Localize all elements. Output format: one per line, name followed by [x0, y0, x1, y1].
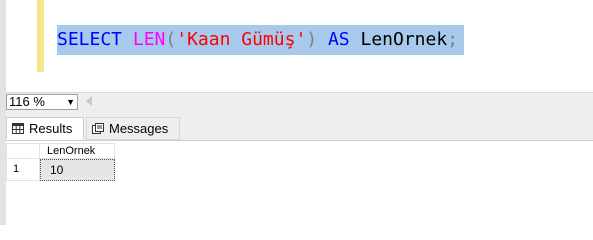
scroll-left-icon[interactable] [86, 96, 92, 106]
table-cell[interactable]: 10 [40, 159, 115, 181]
tab-results[interactable]: Results [6, 117, 84, 140]
tab-messages-label: Messages [109, 121, 169, 136]
semicolon: ; [447, 29, 459, 50]
column-alias: LenOrnek [349, 29, 448, 50]
keyword-as: AS [327, 29, 350, 50]
zoom-select[interactable]: 116 % ▼ [6, 94, 78, 110]
grid-corner[interactable] [6, 143, 40, 159]
open-paren: ( [165, 29, 177, 50]
grid-icon [12, 123, 24, 134]
code-line[interactable]: SELECT LEN('Kaan Gümüş') AS LenOrnek; [57, 25, 465, 55]
query-editor[interactable]: SELECT LEN('Kaan Gümüş') AS LenOrnek; [6, 0, 593, 92]
column-header[interactable]: LenOrnek [40, 143, 115, 159]
chevron-down-icon[interactable]: ▼ [66, 95, 75, 109]
tab-results-label: Results [29, 121, 73, 136]
messages-icon [92, 123, 104, 134]
function-len: LEN [132, 29, 166, 50]
keyword-select: SELECT [57, 29, 123, 50]
string-literal: 'Kaan Gümüş' [176, 29, 307, 50]
results-grid[interactable]: LenOrnek 1 10 [6, 141, 593, 225]
close-paren: ) [306, 29, 318, 50]
row-header[interactable]: 1 [6, 159, 40, 181]
zoom-bar: 116 % ▼ [6, 92, 593, 113]
zoom-value: 116 % [9, 94, 45, 109]
result-tabs: Results Messages [6, 113, 593, 141]
tab-messages[interactable]: Messages [86, 117, 180, 140]
change-marker [37, 0, 44, 72]
